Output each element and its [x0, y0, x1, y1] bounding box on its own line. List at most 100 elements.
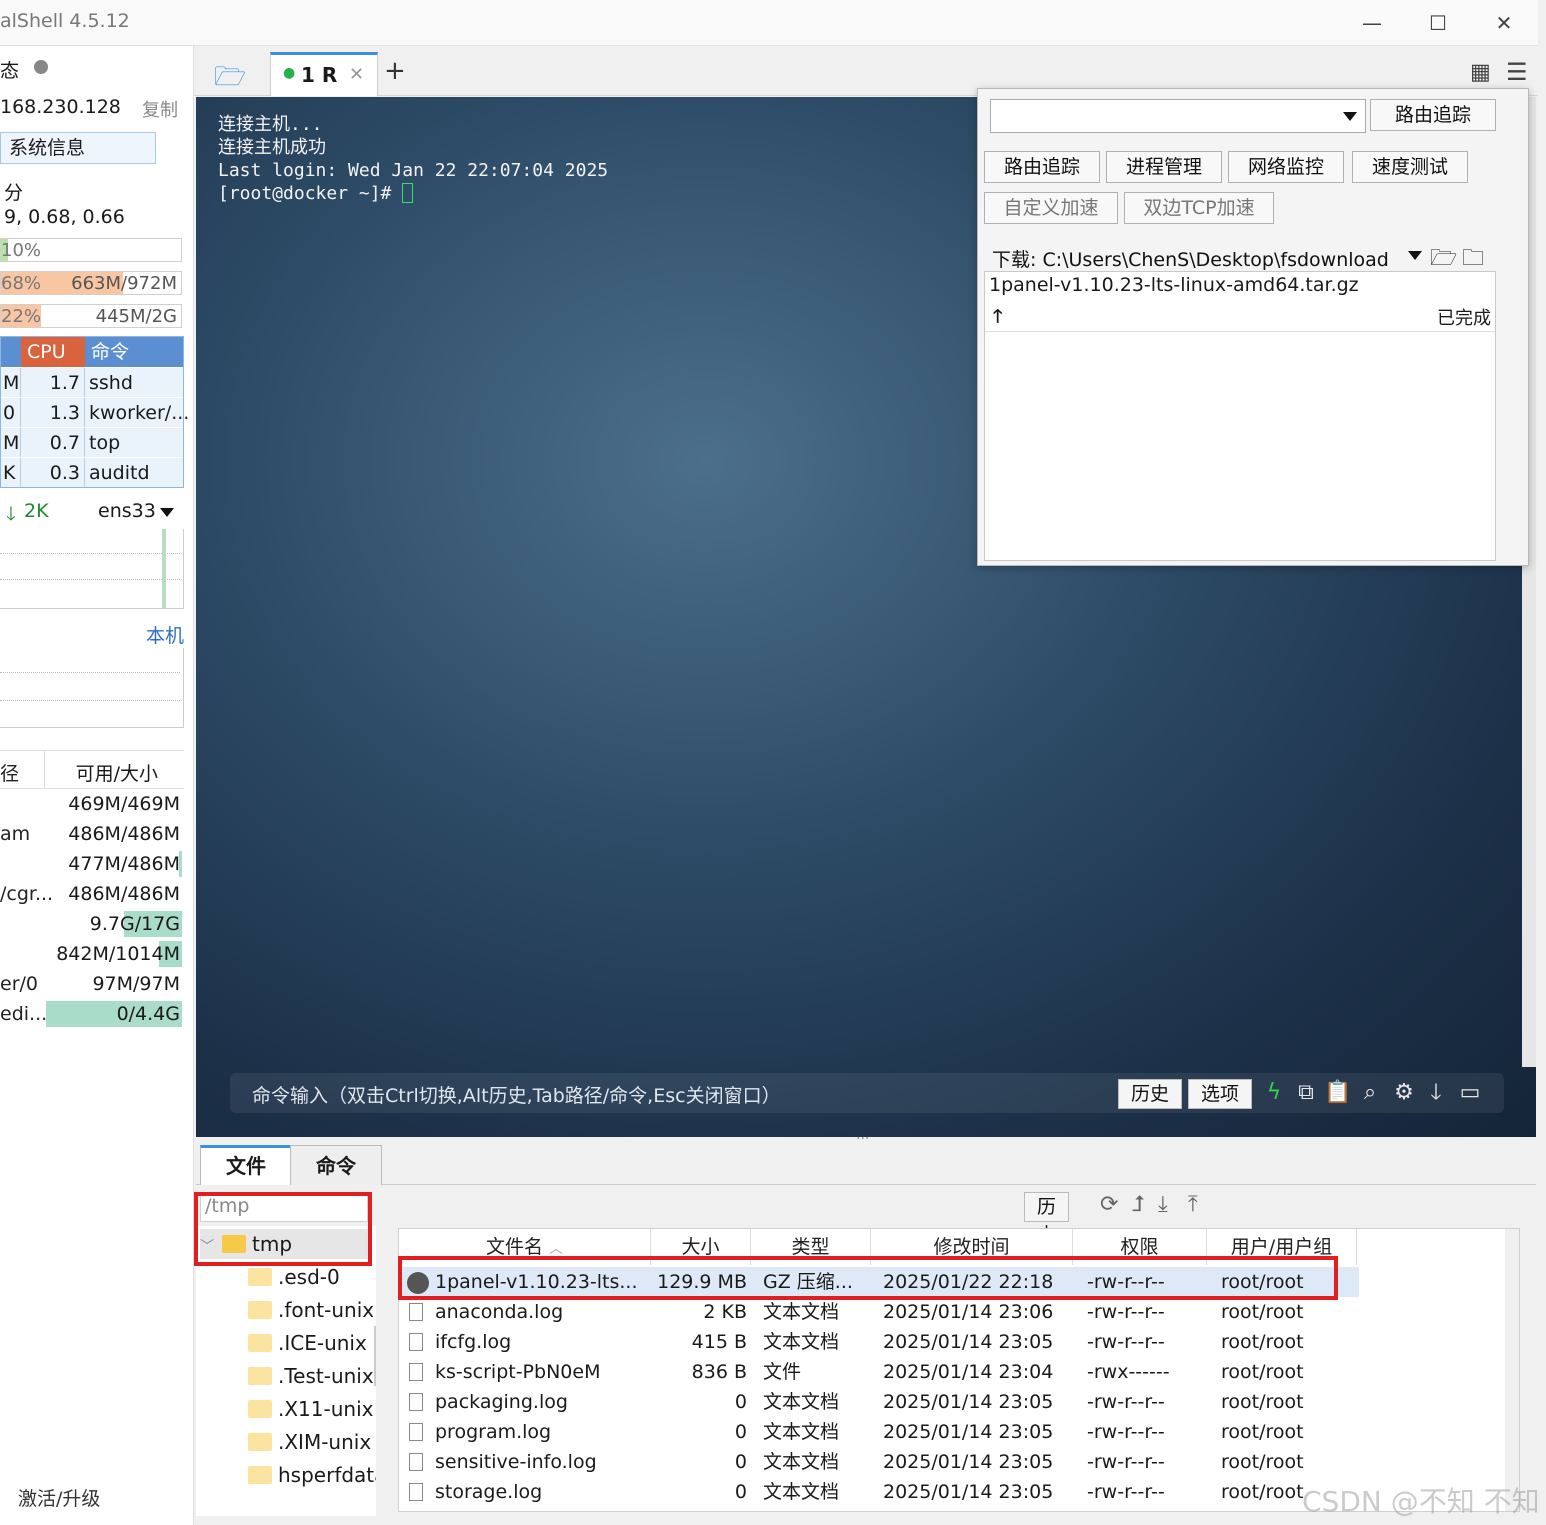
file-mtime: 2025/01/14 23:05	[883, 1331, 1054, 1353]
disk-path: er/0	[0, 973, 38, 995]
file-type: 文本文档	[763, 1481, 840, 1503]
highlight-box-tree	[194, 1192, 372, 1266]
file-row[interactable]: ks-script-PbN0eM 836 B 文件 2025/01/14 23:04 -…	[399, 1357, 1359, 1387]
file-table-scrollbar[interactable]	[1505, 1229, 1519, 1511]
download-icon[interactable]: ⤓	[1158, 1192, 1168, 1217]
tree-item[interactable]: .esd-0	[248, 1262, 340, 1292]
menu-icon[interactable]: ☰	[1506, 58, 1528, 86]
file-row[interactable]: sensitive-info.log 0 文本文档 2025/01/14 23:05 -…	[399, 1447, 1359, 1477]
upgrade-link[interactable]: 激活/升级	[18, 1484, 100, 1511]
text-file-icon	[409, 1393, 423, 1411]
lightning-icon[interactable]: ϟ	[1260, 1079, 1288, 1107]
copy-ip-button[interactable]: 复制	[142, 96, 178, 122]
gear-icon[interactable]: ⚙	[1390, 1079, 1418, 1107]
network-monitor-button[interactable]: 网络监控	[1228, 151, 1344, 183]
process-row[interactable]: 0 1.3 kworker/...	[1, 397, 189, 427]
tree-item[interactable]: .Test-unix	[248, 1361, 374, 1391]
tree-item[interactable]: .XIM-unix	[248, 1427, 371, 1457]
file-row[interactable]: packaging.log 0 文本文档 2025/01/14 23:05 -rw-r-…	[399, 1387, 1359, 1417]
tree-item[interactable]: .font-unix	[248, 1295, 374, 1325]
tree-item-label: hsperfdata	[278, 1463, 376, 1487]
route-target-combobox[interactable]	[990, 99, 1366, 133]
disk-row[interactable]: 9.7G/17G	[0, 909, 184, 939]
net-interface-select[interactable]: ens33	[98, 500, 156, 522]
tcp-accel-button[interactable]: 双边TCP加速	[1124, 192, 1274, 224]
process-row[interactable]: K 0.3 auditd	[1, 457, 183, 487]
custom-accel-button[interactable]: 自定义加速	[984, 192, 1118, 224]
iface-dropdown-icon[interactable]	[160, 508, 174, 517]
process-manager-button[interactable]: 进程管理	[1106, 151, 1222, 183]
tree-item[interactable]: hsperfdata	[248, 1460, 376, 1490]
command-history-button[interactable]: 历史	[1118, 1079, 1183, 1109]
tree-scrollbar[interactable]	[374, 1326, 376, 1386]
process-mem: M	[1, 428, 21, 457]
disk-row[interactable]: er/0 97M/97M	[0, 969, 184, 999]
sysinfo-button[interactable]: 系统信息	[0, 132, 156, 164]
parent-dir-icon[interactable]: ⮥	[1132, 1192, 1145, 1217]
disk-row[interactable]: edi... 0/4.4G	[0, 999, 184, 1029]
process-command: top	[89, 432, 121, 454]
file-row[interactable]: program.log 0 文本文档 2025/01/14 23:05 -rw-r--r…	[399, 1417, 1359, 1447]
disk-size: 9.7G/17G	[89, 913, 180, 935]
disk-row[interactable]: /cgr... 486M/486M	[0, 879, 184, 909]
tab-commands[interactable]: 命令	[290, 1145, 382, 1185]
folder-icon	[248, 1301, 272, 1319]
status-dot-icon	[34, 60, 48, 74]
open-folder-icon[interactable]: 🗁	[214, 58, 246, 102]
file-row[interactable]: ifcfg.log 415 B 文本文档 2025/01/14 23:05 -rw-r-…	[399, 1327, 1359, 1357]
tab-session-1[interactable]: ● 1 R ✕	[270, 52, 378, 96]
file-row[interactable]: storage.log 0 文本文档 2025/01/14 23:05 -rw-r--r…	[399, 1477, 1359, 1507]
download-path-dropdown-icon[interactable]	[1408, 251, 1422, 260]
disk-size: 469M/469M	[68, 793, 180, 815]
disk-row[interactable]: am 486M/486M	[0, 819, 184, 849]
command-input[interactable]: 命令输入（双击Ctrl切换,Alt历史,Tab路径/命令,Esc关闭窗口） 历史…	[230, 1073, 1504, 1113]
tab-close-icon[interactable]: ✕	[349, 64, 364, 85]
route-trace-button[interactable]: 路由追踪	[984, 151, 1100, 183]
search-icon[interactable]: ⌕	[1356, 1079, 1384, 1107]
new-tab-button[interactable]: +	[384, 56, 406, 86]
tree-item[interactable]: .ICE-unix	[248, 1328, 367, 1358]
copy-icon[interactable]: ⧉	[1292, 1079, 1320, 1107]
refresh-icon[interactable]: ⟳	[1100, 1192, 1118, 1217]
process-mem: K	[1, 458, 21, 487]
disk-row[interactable]: 469M/469M	[0, 789, 184, 819]
file-size: 415 B	[691, 1331, 747, 1353]
window-icon[interactable]: ▭	[1456, 1079, 1484, 1107]
network-graph	[0, 529, 184, 609]
command-options-button[interactable]: 选项	[1188, 1079, 1253, 1109]
download-item[interactable]: 1panel-v1.10.23-lts-linux-amd64.tar.gz 🡑…	[985, 272, 1495, 332]
disk-size: 486M/486M	[68, 823, 180, 845]
disk-row[interactable]: 477M/486M	[0, 849, 184, 879]
speed-test-button[interactable]: 速度测试	[1352, 151, 1468, 183]
file-owner: root/root	[1221, 1361, 1304, 1383]
process-row[interactable]: M 0.7 top	[1, 427, 183, 457]
process-table: CPU 命令 M 1.7 sshd 0 1.3 kworker/... M 0.7 top K 0.…	[0, 336, 189, 488]
tree-item[interactable]: .X11-unix	[248, 1394, 373, 1424]
arrow-down-icon[interactable]: 🡓	[1422, 1079, 1450, 1107]
process-header-command[interactable]: 命令	[85, 337, 183, 367]
minimize-button[interactable]: —	[1352, 6, 1392, 40]
file-permission: -rw-r--r--	[1087, 1451, 1165, 1473]
route-trace-run-button[interactable]: 路由追踪	[1370, 99, 1496, 131]
disk-header-path[interactable]: 径	[0, 759, 19, 786]
file-type: 文本文档	[763, 1451, 840, 1473]
file-history-button[interactable]: 历史	[1024, 1192, 1070, 1246]
server-ip: 168.230.128	[0, 96, 121, 118]
maximize-button[interactable]: ☐	[1418, 6, 1458, 40]
process-header-cpu[interactable]: CPU	[21, 337, 85, 367]
tree-item-label: .font-unix	[278, 1298, 375, 1322]
chevron-down-icon[interactable]	[1343, 112, 1357, 121]
mem-usage-pct: 68%	[1, 273, 42, 294]
close-button[interactable]: ✕	[1484, 6, 1524, 40]
tab-files[interactable]: 文件	[200, 1145, 292, 1185]
layout-grid-icon[interactable]: ▦	[1470, 60, 1491, 85]
process-row[interactable]: M 1.7 sshd	[1, 367, 183, 397]
disk-header-size[interactable]: 可用/大小	[76, 759, 158, 786]
panel-splitter[interactable]: ···	[196, 1131, 1536, 1147]
paste-icon[interactable]: 📋	[1324, 1079, 1352, 1107]
status-label: 态	[0, 60, 20, 82]
file-row[interactable]: anaconda.log 2 KB 文本文档 2025/01/14 23:06 -rw-…	[399, 1297, 1359, 1327]
file-mtime: 2025/01/14 23:05	[883, 1421, 1054, 1443]
upload-icon[interactable]: ⤒	[1188, 1192, 1198, 1217]
disk-row[interactable]: 842M/1014M	[0, 939, 184, 969]
